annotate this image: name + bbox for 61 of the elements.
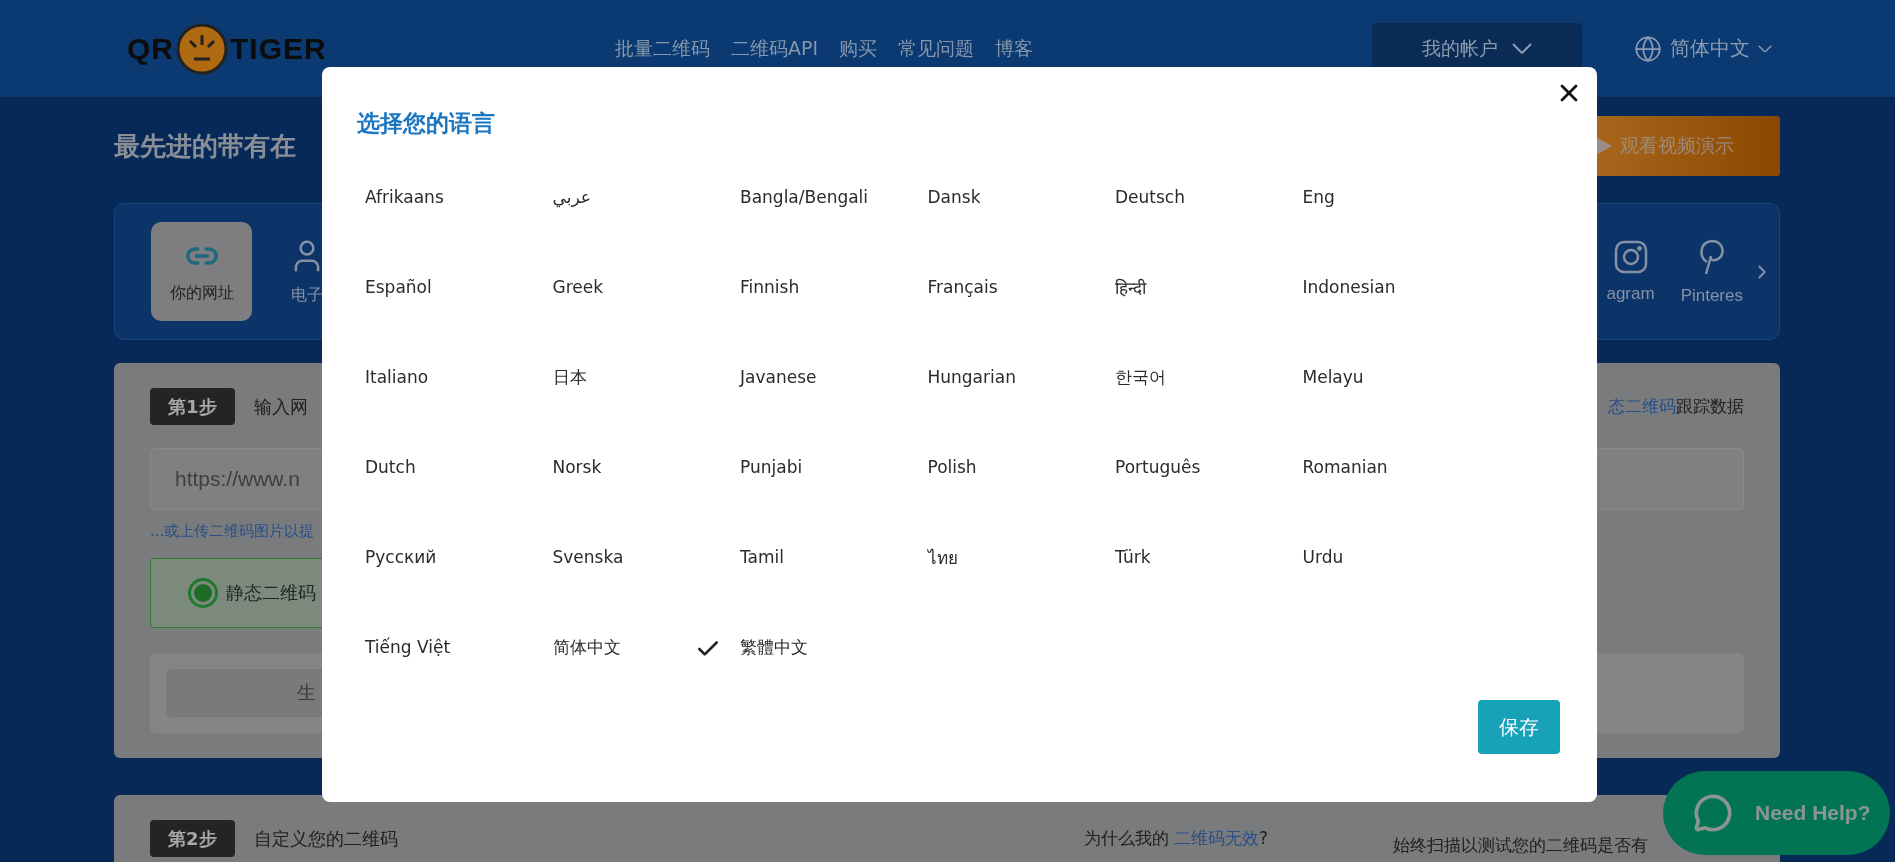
language-option[interactable]: Bangla/Bengali (695, 182, 869, 212)
language-option[interactable]: 繁體中文 (695, 632, 808, 662)
language-option[interactable]: 简体中文 (507, 632, 621, 662)
language-option[interactable]: Tiếng Việt (320, 632, 451, 662)
tiger-emblem-icon (176, 22, 228, 75)
language-option[interactable]: Svenska (507, 542, 624, 572)
scan-tip: 始终扫描以测试您的二维码是否有 (1393, 834, 1648, 857)
language-option[interactable]: Türk (1070, 542, 1151, 572)
chat-icon (1693, 793, 1733, 833)
language-option[interactable]: Romanian (1257, 452, 1388, 482)
nav-link[interactable]: 购买 (839, 35, 878, 62)
language-option[interactable]: Dutch (320, 452, 416, 482)
step-title: 自定义您的二维码 (253, 826, 398, 851)
invalid-qr-question: 为什么我的 二维码无效? (1083, 827, 1268, 850)
language-switch[interactable]: 简体中文 (1628, 33, 1778, 64)
language-option[interactable]: ไทย (882, 542, 958, 572)
language-option[interactable]: Javanese (695, 362, 817, 392)
camera-icon (1613, 239, 1648, 274)
step-title: 输入网 (253, 394, 308, 419)
radio-label: 静态二维码 (226, 581, 316, 605)
logo-text: QR (127, 31, 174, 66)
language-option[interactable]: Norsk (507, 452, 602, 482)
language-option[interactable]: Português (1070, 452, 1201, 482)
qr-type-tab[interactable]: Pinteres (1680, 222, 1743, 321)
qr-type-tab[interactable]: 电子 (288, 222, 326, 321)
language-option[interactable]: Tamil (695, 542, 784, 572)
language-option[interactable]: Eng (1257, 182, 1335, 212)
language-option[interactable]: Urdu (1257, 542, 1344, 572)
globe-icon (1634, 34, 1662, 63)
language-option[interactable]: Indonesian (1257, 272, 1396, 302)
language-option[interactable]: Deutsch (1070, 182, 1185, 212)
logo-text: TIGER (230, 31, 327, 66)
step-label: 第2步 (150, 820, 235, 857)
chevron-down-icon (1758, 44, 1772, 53)
qr-type-tab[interactable]: 你的网址 (151, 222, 252, 321)
qr-type-tab[interactable]: agram (1606, 222, 1655, 321)
language-option[interactable]: हिन्दी (1070, 272, 1146, 302)
language-option[interactable]: Dansk (882, 182, 981, 212)
language-option[interactable]: Hungarian (882, 362, 1016, 392)
headline: 最先进的带有在 (114, 129, 296, 163)
language-option[interactable]: عربي (507, 182, 591, 212)
language-option[interactable]: Melayu (1257, 362, 1364, 392)
nav-link[interactable]: 二维码API (731, 35, 819, 62)
language-option[interactable]: Polish (882, 452, 977, 482)
language-option[interactable]: Afrikaans (320, 182, 444, 212)
tracking-note: 态二维码跟踪数据 (1608, 395, 1744, 418)
language-option[interactable]: 日本 (507, 362, 587, 392)
language-option[interactable]: Punjabi (695, 452, 803, 482)
dialog-title: 选择您的语言 (357, 109, 496, 138)
radio-button[interactable] (188, 578, 218, 608)
chevron-down-icon (1512, 43, 1532, 54)
language-option[interactable]: Français (882, 272, 998, 302)
nav-link[interactable]: 批量二维码 (615, 35, 710, 62)
language-option[interactable]: Finnish (695, 272, 800, 302)
nav-link[interactable]: 博客 (995, 35, 1034, 62)
language-option[interactable]: 한국어 (1070, 362, 1166, 392)
step-label: 第1步 (150, 388, 235, 425)
language-option[interactable]: Русский (320, 542, 437, 572)
nav-link[interactable]: 常见问题 (898, 35, 975, 62)
language-option[interactable]: Greek (507, 272, 604, 302)
language-option[interactable]: Italiano (320, 362, 429, 392)
